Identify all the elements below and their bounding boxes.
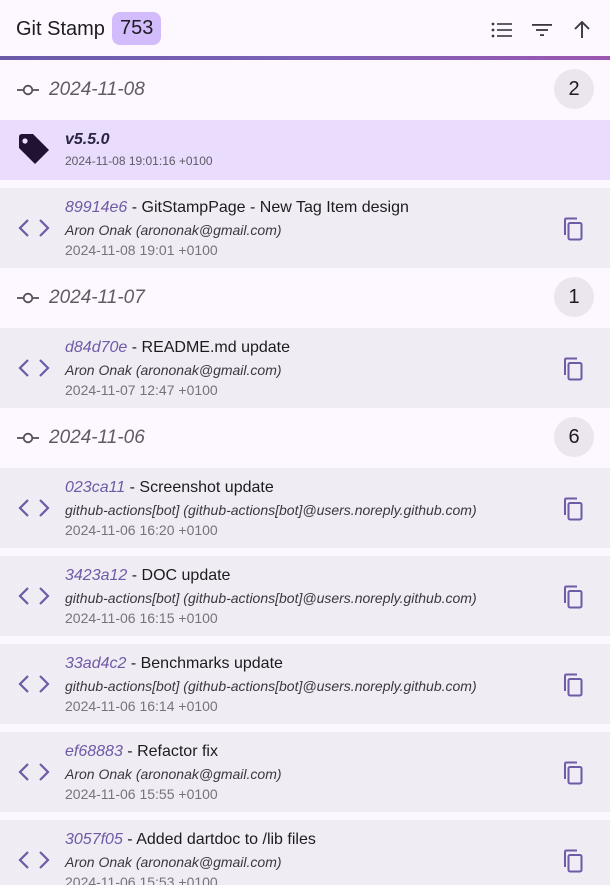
commit-icon bbox=[17, 292, 39, 304]
tag-date: 2024-11-08 19:01:16 +0100 bbox=[65, 154, 213, 168]
copy-button[interactable] bbox=[559, 495, 587, 523]
commit-date: 2024-11-06 16:20 +0100 bbox=[65, 522, 218, 538]
date-label: 2024-11-06 bbox=[49, 427, 145, 448]
commit-author: Aron Onak (arononak@gmail.com) bbox=[65, 854, 282, 870]
commit-count-badge: 753 bbox=[112, 12, 162, 45]
commit-sha[interactable]: 89914e6 bbox=[65, 199, 127, 216]
scroll-top-button[interactable] bbox=[566, 14, 598, 46]
app-bar: Git Stamp 753 bbox=[0, 0, 610, 56]
date-label: 2024-11-08 bbox=[49, 79, 145, 100]
separator: - bbox=[122, 743, 138, 760]
copy-icon bbox=[564, 849, 583, 873]
arrow-up-icon bbox=[574, 21, 590, 38]
copy-icon bbox=[564, 497, 583, 521]
commit-author: github-actions[bot] (github-actions[bot]… bbox=[65, 590, 477, 606]
commit-item[interactable]: 023ca11 - Screenshot update github-actio… bbox=[0, 468, 610, 548]
copy-button[interactable] bbox=[559, 671, 587, 699]
list-view-button[interactable] bbox=[486, 14, 518, 46]
commit-item[interactable]: 3423a12 - DOC update github-actions[bot]… bbox=[0, 556, 610, 636]
commit-message: Refactor fix bbox=[137, 743, 218, 760]
commit-sha[interactable]: 33ad4c2 bbox=[65, 655, 126, 672]
copy-button[interactable] bbox=[559, 759, 587, 787]
commit-date: 2024-11-06 16:14 +0100 bbox=[65, 698, 218, 714]
commit-author: Aron Onak (arononak@gmail.com) bbox=[65, 362, 282, 378]
copy-icon bbox=[564, 585, 583, 609]
copy-icon bbox=[564, 217, 583, 241]
commit-author: github-actions[bot] (github-actions[bot]… bbox=[65, 502, 477, 518]
date-header: 2024-11-06 6 bbox=[0, 408, 610, 468]
commit-sha[interactable]: d84d70e bbox=[65, 339, 127, 356]
commit-date: 2024-11-06 15:53 +0100 bbox=[65, 874, 218, 885]
copy-button[interactable] bbox=[559, 583, 587, 611]
code-icon bbox=[18, 763, 50, 781]
copy-icon bbox=[564, 761, 583, 785]
commit-author: github-actions[bot] (github-actions[bot]… bbox=[65, 678, 477, 694]
code-icon bbox=[18, 587, 50, 605]
separator: - bbox=[126, 655, 141, 672]
commit-icon bbox=[17, 432, 39, 444]
commit-sha[interactable]: ef68883 bbox=[65, 743, 123, 760]
commit-date: 2024-11-08 19:01 +0100 bbox=[65, 242, 218, 258]
separator: - bbox=[127, 199, 142, 216]
date-header: 2024-11-08 2 bbox=[0, 60, 610, 120]
separator: - bbox=[127, 567, 142, 584]
copy-button[interactable] bbox=[559, 355, 587, 383]
commit-message: Added dartdoc to /lib files bbox=[136, 831, 316, 848]
date-commit-count: 1 bbox=[554, 277, 594, 317]
commit-message: Benchmarks update bbox=[140, 655, 283, 672]
commit-author: Aron Onak (arononak@gmail.com) bbox=[65, 222, 282, 238]
tag-name: v5.5.0 bbox=[65, 131, 110, 148]
code-icon bbox=[18, 851, 50, 869]
filter-button[interactable] bbox=[526, 14, 558, 46]
date-header: 2024-11-07 1 bbox=[0, 268, 610, 328]
commit-author: Aron Onak (arononak@gmail.com) bbox=[65, 766, 282, 782]
tag-icon bbox=[19, 134, 49, 164]
code-icon bbox=[18, 359, 50, 377]
separator: - bbox=[127, 339, 142, 356]
commit-date: 2024-11-07 12:47 +0100 bbox=[65, 382, 218, 398]
code-icon bbox=[18, 499, 50, 517]
commit-item[interactable]: 89914e6 - GitStampPage - New Tag Item de… bbox=[0, 188, 610, 268]
date-commit-count: 2 bbox=[554, 69, 594, 109]
commit-message: Screenshot update bbox=[139, 479, 274, 496]
commit-item[interactable]: d84d70e - README.md update Aron Onak (ar… bbox=[0, 328, 610, 408]
commit-date: 2024-11-06 15:55 +0100 bbox=[65, 786, 218, 802]
commit-message: DOC update bbox=[141, 567, 231, 584]
commit-sha[interactable]: 3423a12 bbox=[65, 567, 127, 584]
separator: - bbox=[122, 831, 137, 848]
commit-item[interactable]: ef68883 - Refactor fix Aron Onak (aronon… bbox=[0, 732, 610, 812]
separator: - bbox=[125, 479, 140, 496]
commit-list[interactable]: 2024-11-08 2 v5.5.0 2024-11-08 19:01:16 … bbox=[0, 60, 610, 885]
commit-message: GitStampPage - New Tag Item design bbox=[141, 199, 409, 216]
commit-item[interactable]: 3057f05 - Added dartdoc to /lib files Ar… bbox=[0, 820, 610, 885]
copy-button[interactable] bbox=[559, 215, 587, 243]
commit-sha[interactable]: 3057f05 bbox=[65, 831, 123, 848]
commit-item[interactable]: 33ad4c2 - Benchmarks update github-actio… bbox=[0, 644, 610, 724]
tag-item[interactable]: v5.5.0 2024-11-08 19:01:16 +0100 bbox=[0, 120, 610, 180]
commit-message: README.md update bbox=[141, 339, 291, 356]
code-icon bbox=[18, 675, 50, 693]
copy-icon bbox=[564, 357, 583, 381]
date-commit-count: 6 bbox=[554, 417, 594, 457]
app-title: Git Stamp bbox=[16, 18, 105, 40]
code-icon bbox=[18, 219, 50, 237]
copy-icon bbox=[564, 673, 583, 697]
commit-sha[interactable]: 023ca11 bbox=[65, 479, 125, 496]
commit-date: 2024-11-06 16:15 +0100 bbox=[65, 610, 218, 626]
commit-icon bbox=[17, 84, 39, 96]
list-icon bbox=[491, 22, 512, 38]
filter-icon bbox=[532, 24, 552, 36]
copy-button[interactable] bbox=[559, 847, 587, 875]
date-label: 2024-11-07 bbox=[49, 287, 145, 308]
